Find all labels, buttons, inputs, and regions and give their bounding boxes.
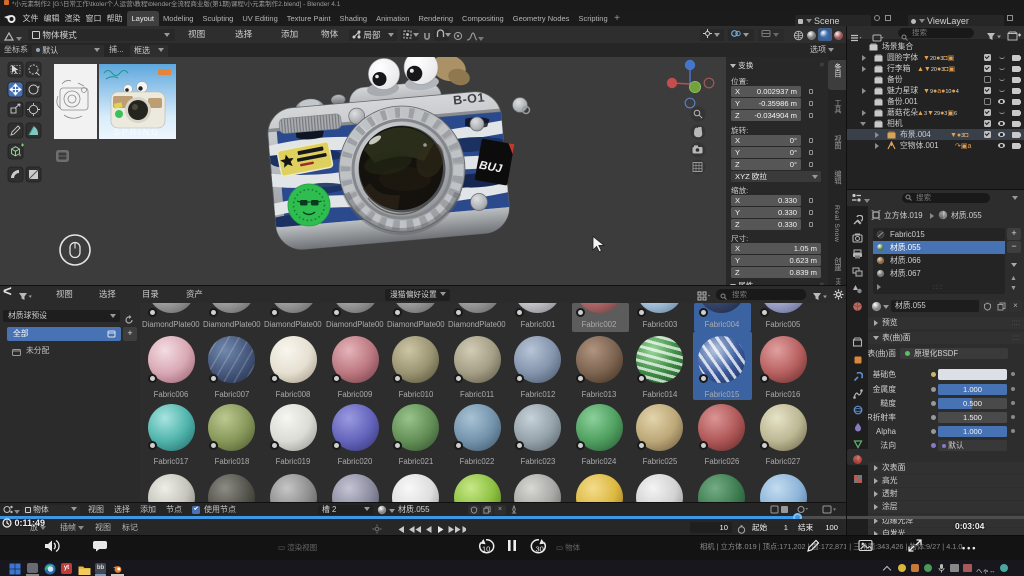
svg-text:SPRING: SPRING [114, 127, 161, 137]
svg-text:30: 30 [536, 545, 544, 554]
svg-text:10: 10 [482, 545, 490, 554]
